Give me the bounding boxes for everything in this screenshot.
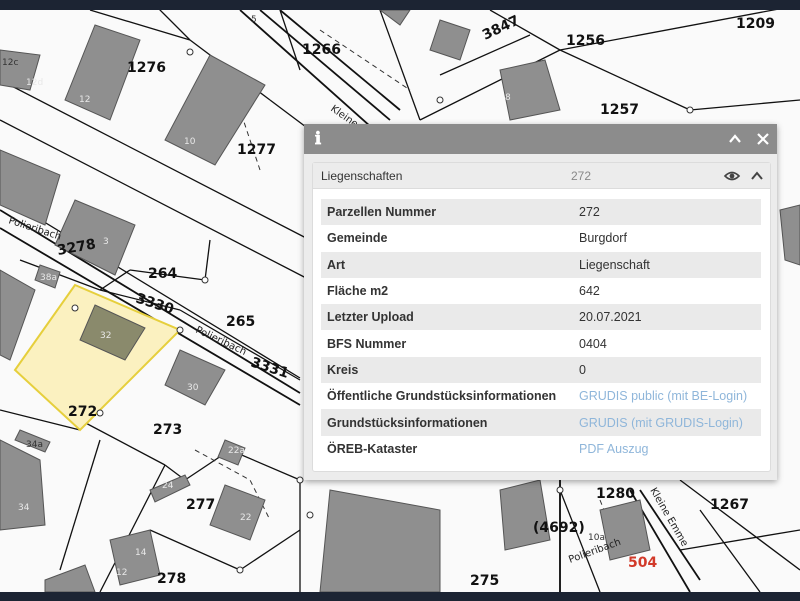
attribute-value: 0 [573, 356, 761, 384]
house-number: 38a [40, 273, 57, 283]
street-name: Kleine Emme [647, 486, 689, 549]
attribute-link[interactable]: PDF Auszug [579, 442, 648, 456]
attribute-value-cell: GRUDIS public (mit BE-Login) [573, 383, 761, 410]
attribute-key: Fläche m2 [321, 277, 573, 305]
house-number: 12c [2, 58, 18, 68]
parcel-number: 1209 [736, 16, 775, 32]
feature-info-popup[interactable]: ℹ Liegenschaften 272 Parzellen Nummer 27… [304, 124, 777, 480]
chevron-up-icon[interactable] [749, 167, 765, 185]
house-number: 34a [26, 440, 43, 450]
table-row: Parzellen Nummer 272 [321, 199, 761, 226]
parcel-number: 275 [470, 573, 499, 589]
house-number: 5 [251, 15, 257, 25]
collapse-popup-button[interactable] [722, 124, 748, 154]
attribute-key: Gemeinde [321, 225, 573, 252]
table-row: BFS Nummer 0404 [321, 330, 761, 357]
parcel-number: 1256 [566, 33, 605, 49]
house-number: 10 [184, 137, 196, 147]
house-number: 12d [26, 78, 43, 88]
popup-header: ℹ [304, 124, 777, 154]
parcel-number: 1266 [302, 42, 341, 58]
info-icon: ℹ [314, 129, 322, 149]
attribute-value: 642 [573, 277, 761, 305]
house-number: 12 [79, 95, 90, 105]
attribute-key: Letzter Upload [321, 304, 573, 331]
parcel-number: 273 [153, 422, 182, 438]
parcel-number: 1267 [710, 497, 749, 513]
attribute-key: Art [321, 251, 573, 278]
panel-title: Liegenschaften [321, 169, 403, 183]
attribute-value: 272 [573, 199, 761, 226]
house-number: 14 [135, 548, 147, 558]
house-number: 3 [103, 237, 109, 247]
liegenschaften-panel: Liegenschaften 272 Parzellen Nummer 272 Ge… [312, 162, 771, 472]
close-icon [757, 133, 769, 145]
highlight-number: 504 [628, 555, 657, 571]
attribute-value: Burgdorf [573, 225, 761, 252]
parcel-number: 278 [157, 571, 186, 587]
table-row: Gemeinde Burgdorf [321, 225, 761, 252]
house-number: 12 [116, 568, 127, 578]
parcel-number: 277 [186, 497, 215, 513]
parcel-number: 1277 [237, 142, 276, 158]
house-number: 22a [228, 446, 245, 456]
house-number: 22 [240, 513, 251, 523]
house-number: 8 [505, 93, 511, 103]
parcel-number: 265 [226, 314, 255, 330]
attribute-value: Liegenschaft [573, 251, 761, 278]
table-row: Fläche m2 642 [321, 277, 761, 305]
attribute-key: Kreis [321, 356, 573, 384]
street-number: 3847 [480, 13, 522, 44]
attribute-key: BFS Nummer [321, 330, 573, 357]
attribute-table: Parzellen Nummer 272 Gemeinde Burgdorf Art Li… [321, 199, 761, 462]
attribute-key: ÖREB-Kataster [321, 435, 573, 462]
table-row: Art Liegenschaft [321, 251, 761, 278]
attribute-key: Öffentliche Grundstücksinformationen [321, 383, 573, 410]
parcel-number: 264 [148, 266, 177, 282]
attribute-value-cell: GRUDIS (mit GRUDIS-Login) [573, 409, 761, 436]
attribute-value-cell: PDF Auszug [573, 435, 761, 462]
table-row: Grundstücksinformationen GRUDIS (mit GRUD… [321, 409, 761, 436]
parcel-number: 1280 [596, 486, 635, 502]
attribute-key: Grundstücksinformationen [321, 409, 573, 436]
parcel-number: 1257 [600, 102, 639, 118]
table-row: Kreis 0 [321, 356, 761, 384]
parcel-number: (4692) [533, 520, 585, 536]
table-row: Letzter Upload 20.07.2021 [321, 304, 761, 331]
attribute-value: 0404 [573, 330, 761, 357]
house-number: 32 [100, 331, 111, 341]
close-popup-button[interactable] [750, 124, 776, 154]
chevron-up-icon [729, 134, 741, 143]
house-number: 34 [18, 503, 30, 513]
house-number: 30 [187, 383, 199, 393]
panel-count: 272 [571, 169, 592, 183]
house-number: 10a [588, 533, 605, 543]
attribute-link[interactable]: GRUDIS public (mit BE-Login) [579, 389, 747, 403]
table-row: Öffentliche Grundstücksinformationen GRUD… [321, 383, 761, 410]
parcel-number: 1276 [127, 60, 166, 76]
attribute-key: Parzellen Nummer [321, 199, 573, 226]
attribute-link[interactable]: GRUDIS (mit GRUDIS-Login) [579, 416, 743, 430]
panel-header[interactable]: Liegenschaften 272 [313, 163, 770, 189]
house-number: 24 [162, 481, 174, 491]
table-row: ÖREB-Kataster PDF Auszug [321, 435, 761, 462]
attribute-value: 20.07.2021 [573, 304, 761, 331]
eye-icon[interactable] [723, 167, 741, 185]
parcel-number: 272 [68, 404, 97, 420]
